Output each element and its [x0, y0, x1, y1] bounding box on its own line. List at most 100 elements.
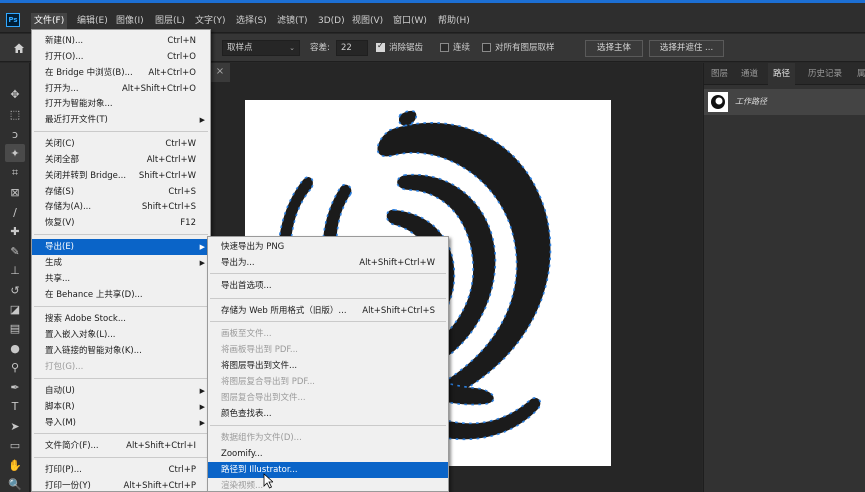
- menu-item[interactable]: 导入(M) ▶: [32, 415, 210, 431]
- menu-item-shortcut: Alt+Shift+Ctrl+I: [126, 441, 196, 451]
- menu-layer[interactable]: 图层(L): [152, 13, 188, 29]
- menu-item[interactable]: 脚本(R) ▶: [32, 399, 210, 415]
- menu-item[interactable]: 在 Bridge 中浏览(B)... Alt+Ctrl+O: [32, 65, 210, 81]
- healing-brush-tool-icon[interactable]: ✚: [5, 222, 25, 240]
- menu-select[interactable]: 选择(S): [233, 13, 270, 29]
- menu-item-label: 导出为...: [221, 258, 255, 268]
- path-selection-tool-icon[interactable]: ➤: [5, 417, 25, 435]
- menu-image[interactable]: 图像(I): [113, 13, 147, 29]
- submenu-arrow-icon: ▶: [199, 259, 205, 267]
- tab-properties[interactable]: 属: [852, 63, 865, 85]
- menu-type[interactable]: 文字(Y): [192, 13, 229, 29]
- menu-item-label: 打印一份(Y): [45, 481, 91, 491]
- all-layers-checkbox[interactable]: [482, 43, 491, 52]
- menu-item[interactable]: 存储为 Web 所用格式（旧版）... Alt+Shift+Ctrl+S: [208, 303, 448, 319]
- menu-item[interactable]: 路径到 Illustrator...: [208, 462, 448, 478]
- menu-item-label: 在 Bridge 中浏览(B)...: [45, 68, 133, 78]
- menu-item[interactable]: 导出首选项...: [208, 278, 448, 294]
- menu-item[interactable]: 新建(N)... Ctrl+N: [32, 33, 210, 49]
- menu-item-label: 打开为...: [45, 84, 79, 94]
- menu-item[interactable]: 置入链接的智能对象(K)...: [32, 343, 210, 359]
- tolerance-input[interactable]: 22: [336, 40, 368, 56]
- chevron-down-icon: ⌄: [289, 44, 295, 52]
- contiguous-checkbox[interactable]: [440, 43, 449, 52]
- menu-item[interactable]: 存储为(A)... Shift+Ctrl+S: [32, 199, 210, 215]
- history-brush-tool-icon[interactable]: ↺: [5, 281, 25, 299]
- tab-layers[interactable]: 图层: [706, 63, 733, 85]
- sample-size-select[interactable]: 取样点 ⌄: [222, 40, 300, 56]
- tab-paths[interactable]: 路径: [768, 63, 796, 85]
- menu-item-label: 共享...: [45, 274, 71, 284]
- menu-item[interactable]: Zoomify...: [208, 446, 448, 462]
- menu-item[interactable]: 打印一份(Y) Alt+Shift+Ctrl+P: [32, 478, 210, 492]
- move-tool-icon[interactable]: ✥: [5, 85, 25, 103]
- submenu-arrow-icon: ▶: [199, 116, 205, 124]
- contiguous-label: 连续: [453, 43, 471, 53]
- menu-item[interactable]: 打开为智能对象...: [32, 96, 210, 112]
- menu-window[interactable]: 窗口(W): [390, 13, 430, 29]
- menu-edit[interactable]: 编辑(E): [74, 13, 111, 29]
- home-icon[interactable]: [13, 42, 25, 54]
- menu-item[interactable]: 快速导出为 PNG: [208, 239, 448, 255]
- close-icon[interactable]: ×: [210, 63, 230, 82]
- menu-item[interactable]: 颜色查找表...: [208, 406, 448, 422]
- menu-item[interactable]: 导出为... Alt+Shift+Ctrl+W: [208, 255, 448, 271]
- dodge-tool-icon[interactable]: ⚲: [5, 358, 25, 376]
- menu-item[interactable]: 文件简介(F)... Alt+Shift+Ctrl+I: [32, 438, 210, 454]
- magic-wand-tool-icon[interactable]: ✦: [5, 144, 25, 162]
- menu-item[interactable]: 将图层导出到文件...: [208, 358, 448, 374]
- menu-item[interactable]: 自动(U) ▶: [32, 383, 210, 399]
- menu-item[interactable]: 打印(P)... Ctrl+P: [32, 462, 210, 478]
- crop-tool-icon[interactable]: ⌗: [5, 164, 25, 182]
- type-tool-icon[interactable]: T: [5, 397, 25, 415]
- menu-item[interactable]: 打开(O)... Ctrl+O: [32, 49, 210, 65]
- frame-tool-icon[interactable]: ⊠: [5, 183, 25, 201]
- gradient-tool-icon[interactable]: ▤: [5, 319, 25, 337]
- menu-separator: [34, 378, 208, 379]
- menu-file[interactable]: 文件(F): [31, 13, 68, 29]
- menu-item[interactable]: 关闭(C) Ctrl+W: [32, 136, 210, 152]
- eraser-tool-icon[interactable]: ◪: [5, 300, 25, 318]
- menu-item[interactable]: 关闭全部 Alt+Ctrl+W: [32, 152, 210, 168]
- menu-help[interactable]: 帮助(H): [435, 13, 473, 29]
- lasso-tool-icon[interactable]: ↄ: [5, 125, 25, 143]
- menu-view[interactable]: 视图(V): [349, 13, 386, 29]
- antialias-checkbox[interactable]: [376, 41, 385, 52]
- menu-item[interactable]: 最近打开文件(T) ▶: [32, 112, 210, 128]
- pen-tool-icon[interactable]: ✒: [5, 378, 25, 396]
- tab-channels[interactable]: 通道: [736, 63, 763, 85]
- menu-item-label: 导出(E): [45, 242, 75, 252]
- zoom-tool-icon[interactable]: 🔍: [5, 475, 25, 492]
- brush-tool-icon[interactable]: ✎: [5, 242, 25, 260]
- menu-separator: [34, 131, 208, 132]
- menu-filter[interactable]: 滤镜(T): [274, 13, 311, 29]
- blur-tool-icon[interactable]: ●: [5, 339, 25, 357]
- menu-item-label: 打包(G)...: [45, 362, 84, 372]
- menu-item[interactable]: 在 Behance 上共享(D)...: [32, 287, 210, 303]
- menu-item[interactable]: 存储(S) Ctrl+S: [32, 184, 210, 200]
- menu-item[interactable]: 导出(E) ▶: [32, 239, 210, 255]
- menu-item[interactable]: 打开为... Alt+Shift+Ctrl+O: [32, 81, 210, 97]
- menu-item-label: 将图层复合导出到 PDF...: [221, 377, 316, 387]
- tab-history[interactable]: 历史记录: [803, 63, 847, 85]
- menu-item[interactable]: 生成 ▶: [32, 255, 210, 271]
- rectangle-tool-icon[interactable]: ▭: [5, 436, 25, 454]
- path-row-work-path[interactable]: 工作路径: [704, 89, 865, 115]
- menu-item[interactable]: 搜索 Adobe Stock...: [32, 311, 210, 327]
- menu-item-label: 渲染视频...: [221, 481, 264, 491]
- menu-item-label: 存储(S): [45, 187, 75, 197]
- menu-item[interactable]: 置入嵌入对象(L)...: [32, 327, 210, 343]
- menu-item[interactable]: 关闭并转到 Bridge... Shift+Ctrl+W: [32, 168, 210, 184]
- menu-item[interactable]: 共享...: [32, 271, 210, 287]
- clone-stamp-tool-icon[interactable]: ⊥: [5, 261, 25, 279]
- menu-item-shortcut: F12: [180, 218, 196, 228]
- marquee-tool-icon[interactable]: ⬚: [5, 105, 25, 123]
- menu-item[interactable]: 恢复(V) F12: [32, 215, 210, 231]
- select-and-mask-button[interactable]: 选择并遮住 ...: [649, 40, 724, 57]
- menu-item-label: 快速导出为 PNG: [221, 242, 285, 252]
- hand-tool-icon[interactable]: ✋: [5, 456, 25, 474]
- select-subject-button[interactable]: 选择主体: [585, 40, 643, 57]
- menu-3d[interactable]: 3D(D): [315, 13, 348, 29]
- eyedropper-tool-icon[interactable]: ∕: [5, 203, 25, 221]
- menu-item-shortcut: Shift+Ctrl+S: [141, 202, 196, 212]
